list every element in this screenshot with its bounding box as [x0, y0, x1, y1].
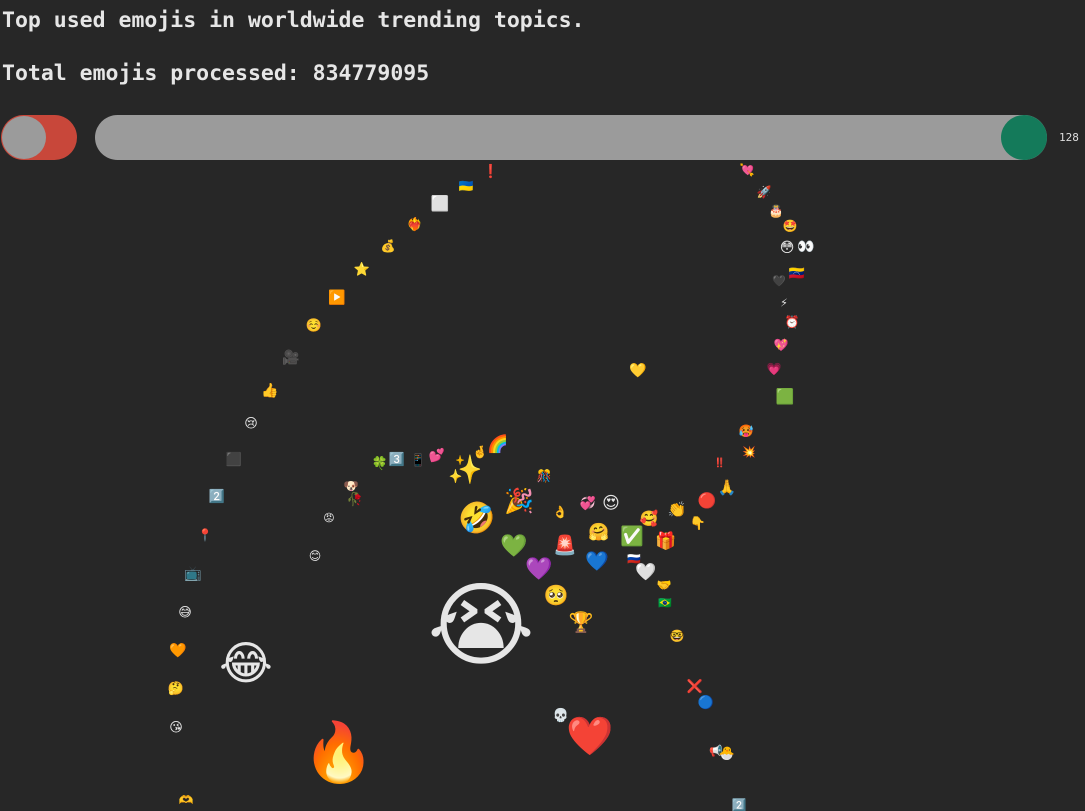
emoji-item: 😍	[602, 493, 620, 514]
emoji-item: 🐣	[718, 746, 736, 762]
emoji-item: 🔴	[697, 491, 717, 510]
emoji-item: 🚨	[553, 534, 577, 557]
emoji-item: 💜	[525, 557, 553, 582]
emoji-item: 🎊	[536, 469, 552, 483]
slider-value: 128	[1059, 131, 1079, 144]
emoji-item: 🧡	[169, 643, 187, 659]
emoji-item: 😂	[219, 636, 273, 690]
emoji-item: 👇	[689, 516, 707, 532]
emoji-item: 💞	[579, 496, 597, 512]
slider-thumb[interactable]	[1001, 115, 1047, 160]
emoji-item: 🟩	[775, 387, 795, 406]
emoji-item: 💙	[585, 550, 609, 573]
emoji-item: 😳	[779, 240, 795, 256]
emoji-item: ⬛	[225, 452, 243, 468]
emoji-item: ⏰	[784, 315, 800, 329]
emoji-item: 🚀	[756, 185, 772, 199]
emoji-item: 💛	[629, 363, 647, 379]
emoji-item: ✅	[620, 525, 644, 548]
emoji-item: 😊	[308, 549, 322, 563]
emoji-item: 🥰	[639, 509, 659, 528]
emoji-item: 📺	[184, 566, 202, 582]
emoji-item: 📱	[410, 453, 426, 467]
emoji-item: 😅	[178, 605, 192, 621]
emoji-item: 🤔	[167, 681, 185, 697]
emoji-item: 🔵	[697, 695, 715, 711]
page-title: Top used emojis in worldwide trending to…	[2, 8, 585, 33]
emoji-item: ❤️‍🔥	[406, 217, 424, 233]
emoji-item: 🤗	[588, 522, 610, 543]
emoji-item: 🇷🇺	[627, 552, 641, 566]
emoji-item: 🏆	[568, 610, 594, 634]
emoji-item: 🔥	[302, 718, 376, 786]
emoji-item: 💚	[500, 534, 528, 559]
emoji-item: 🤓	[669, 629, 685, 643]
emoji-item: 🎥	[282, 350, 300, 366]
emoji-item: ⬜	[430, 194, 450, 213]
emoji-item: 🎁	[655, 531, 677, 552]
emoji-item: ⭐	[353, 262, 371, 278]
emoji-item: 📍	[197, 528, 213, 542]
emoji-item: 🇺🇦	[458, 179, 474, 193]
emoji-count-slider[interactable]	[95, 115, 1047, 160]
emoji-item: ‼️	[714, 458, 726, 469]
emoji-item: 👌	[552, 505, 568, 519]
emoji-item: 🙏	[717, 478, 737, 497]
emoji-item: 🥺	[543, 583, 569, 607]
emoji-item: 💘	[739, 163, 755, 177]
emoji-item: 💗	[766, 362, 782, 376]
emoji-item: 💰	[380, 239, 396, 253]
emoji-item: ▶️	[328, 290, 346, 306]
emoji-item: 💥	[742, 445, 756, 459]
emoji-item: ❗	[482, 164, 500, 180]
emoji-item: 😢	[244, 416, 258, 432]
emoji-item: 🫶	[178, 793, 194, 807]
emoji-item: 🇧🇷	[658, 596, 672, 610]
emoji-cloud: 😭 😂 🔥 ❤️ 🤣 ✨ 🎉 💚 💜 🥺 🏆 💙 🚨 🤗 ✅ 🎁 😍 🥰 👏 🔴 🙏 👇 🤍 🤝 🇧🇷 🤓 ❌ 🔵 📢 💀 💕 🌈 3️⃣ 🍀 🥀 🐶…	[0, 162, 1085, 811]
emoji-item: 3️⃣	[388, 452, 406, 468]
emoji-item: 🤞	[472, 445, 488, 459]
mode-toggle[interactable]	[1, 115, 77, 160]
emoji-item: 🤩	[782, 219, 798, 233]
emoji-item: ⚡	[780, 296, 788, 310]
emoji-item: 🤣	[458, 501, 496, 536]
total-emojis-count: Total emojis processed: 834779095	[2, 61, 430, 86]
emoji-item: 👏	[667, 500, 687, 519]
emoji-item: 🖤	[772, 274, 786, 288]
emoji-item: ✨	[447, 453, 483, 486]
emoji-item: 🐶	[343, 479, 359, 493]
emoji-item: 🎉	[504, 487, 534, 515]
emoji-item: 🌈	[487, 434, 509, 455]
emoji-item: 🥵	[738, 424, 754, 438]
emoji-item: 2️⃣	[208, 489, 226, 505]
emoji-item: 💖	[773, 338, 789, 352]
emoji-item: ❌	[686, 679, 704, 695]
toggle-knob[interactable]	[2, 116, 46, 159]
emoji-item: 🇻🇪	[788, 266, 806, 282]
emoji-item: 💕	[428, 448, 446, 464]
emoji-item: 🎂	[768, 204, 784, 218]
emoji-item: 💀	[552, 708, 570, 724]
emoji-item: 🤍	[635, 562, 657, 583]
emoji-item: 🍀	[371, 456, 389, 472]
emoji-item: 😡	[323, 511, 335, 525]
emoji-item: ☺️	[305, 318, 323, 334]
emoji-item: 👍	[261, 383, 279, 399]
emoji-item: 🤝	[656, 578, 672, 592]
emoji-item: 😭	[427, 572, 535, 679]
emoji-item: 🥀	[346, 492, 364, 508]
emoji-item: 👀	[797, 239, 815, 255]
emoji-item: 2️⃣	[731, 798, 747, 811]
emoji-item: 😘	[169, 720, 183, 736]
emoji-item: ❤️	[566, 714, 614, 758]
